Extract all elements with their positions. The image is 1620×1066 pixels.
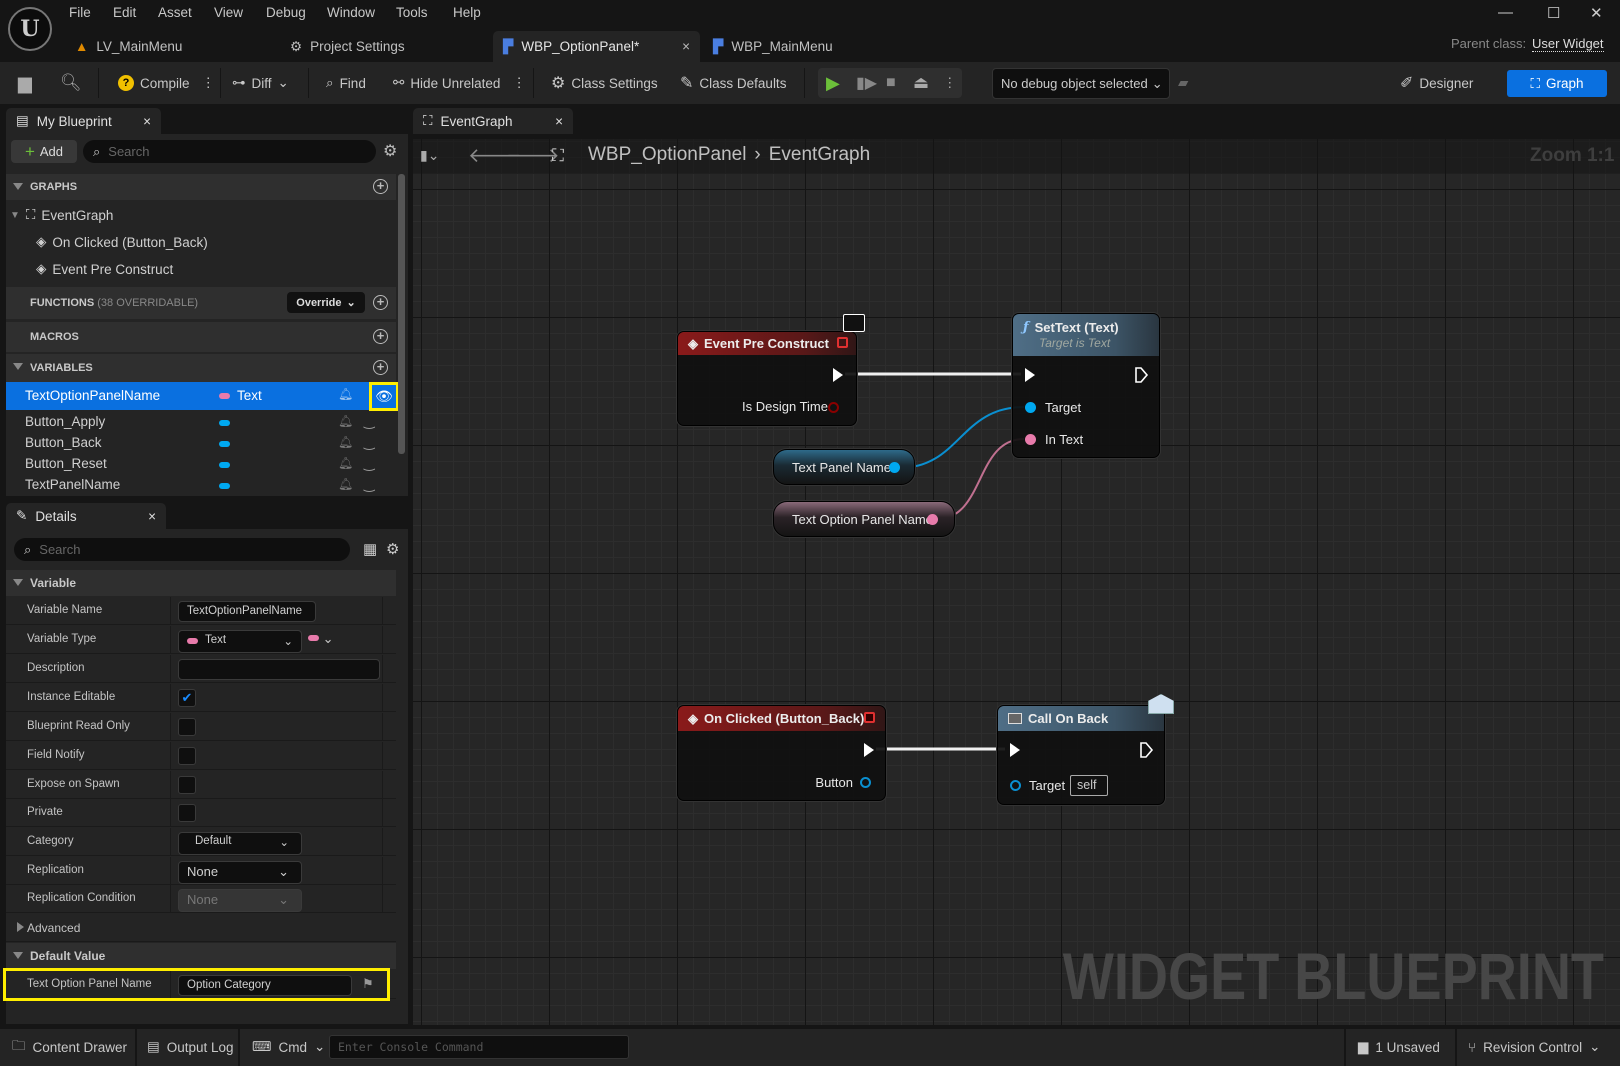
revision-control-button[interactable]: ⑂ Revision Control ⌄ — [1468, 1028, 1600, 1066]
divider — [238, 1028, 240, 1066]
function-icon: ƒ — [1023, 320, 1029, 335]
pin-label: Target — [1045, 400, 1082, 415]
event-icon: ◈ — [688, 335, 698, 351]
cmd-dropdown[interactable]: ⌨ Cmd ⌄ — [252, 1028, 325, 1066]
label: Revision Control — [1483, 1039, 1583, 1055]
target-wire — [898, 406, 1025, 469]
node-title: Event Pre Construct — [704, 336, 829, 351]
target-default-input[interactable]: self — [1070, 775, 1108, 796]
exec-out-pin[interactable] — [833, 368, 843, 382]
unsaved-icon: ▆ — [1358, 1039, 1369, 1054]
output-log-button[interactable]: ▤ Output Log — [147, 1028, 234, 1066]
editor-only-icon — [843, 314, 865, 332]
node-label: Text Option Panel Name — [792, 511, 933, 527]
label: 1 Unsaved — [1375, 1039, 1440, 1055]
divider — [135, 1028, 137, 1066]
divider — [1344, 1028, 1346, 1066]
branch-icon: ⑂ — [1468, 1039, 1477, 1055]
target-pin[interactable] — [1025, 402, 1036, 413]
label: Output Log — [166, 1039, 234, 1055]
node-title: On Clicked (Button_Back) — [704, 711, 865, 726]
node-title: SetText (Text) — [1034, 320, 1119, 335]
button-pin[interactable] — [860, 777, 871, 788]
node-header: Call On Back — [998, 706, 1164, 731]
node-event-pre-construct[interactable]: ◈ Event Pre Construct Is Design Time — [677, 331, 857, 426]
chevron-down-icon: ⌄ — [314, 1039, 326, 1054]
node-header: ƒ SetText (Text) Target is Text — [1013, 314, 1159, 356]
exec-in-pin[interactable] — [1010, 743, 1020, 757]
output-log-icon: ▤ — [147, 1039, 160, 1054]
node-title: Call On Back — [1028, 711, 1109, 726]
delegate-pin[interactable] — [864, 712, 875, 723]
content-drawer-button[interactable]: 🗀 Content Drawer — [12, 1028, 127, 1066]
divider — [1455, 1028, 1457, 1066]
label: Content Drawer — [32, 1039, 128, 1055]
unsaved-button[interactable]: ▆ 1 Unsaved — [1358, 1028, 1440, 1066]
bool-pin[interactable] — [828, 402, 839, 413]
label: Cmd — [278, 1039, 308, 1055]
node-subtitle: Target is Text — [1039, 336, 1111, 350]
chevron-down-icon: ⌄ — [1589, 1039, 1601, 1054]
node-call-on-back[interactable]: Call On Back Target self — [997, 705, 1165, 805]
node-label: Text Panel Name — [792, 459, 891, 475]
target-pin[interactable] — [1010, 780, 1021, 791]
node-settext[interactable]: ƒ SetText (Text) Target is Text Target In… — [1012, 313, 1160, 458]
node-header: ◈ On Clicked (Button_Back) — [678, 706, 885, 731]
output-pin[interactable] — [889, 462, 900, 473]
output-pin[interactable] — [927, 514, 938, 525]
delegate-pin[interactable] — [837, 337, 848, 348]
pin-label: Target — [1029, 778, 1066, 793]
exec-out-pin[interactable] — [1140, 742, 1154, 761]
terminal-icon: ⌨ — [252, 1039, 272, 1054]
in-text-pin[interactable] — [1025, 434, 1036, 445]
node-get-text-panel-name[interactable]: Text Panel Name — [773, 449, 915, 485]
event-dispatcher-icon — [1008, 713, 1022, 724]
node-on-clicked-button-back[interactable]: ◈ On Clicked (Button_Back) Button — [677, 705, 886, 801]
pin-label: Button — [815, 775, 853, 790]
content-drawer-icon: 🗀 — [12, 1037, 26, 1053]
exec-in-pin[interactable] — [1025, 368, 1035, 382]
console-input[interactable]: Enter Console Command — [329, 1035, 629, 1059]
exec-out-pin[interactable] — [1135, 367, 1149, 383]
node-get-text-option-panel-name[interactable]: Text Option Panel Name — [773, 501, 955, 537]
event-icon: ◈ — [688, 710, 698, 726]
node-header: ◈ Event Pre Construct — [678, 332, 856, 355]
pin-label: Is Design Time — [742, 399, 828, 414]
pin-label: In Text — [1045, 432, 1084, 447]
exec-out-pin[interactable] — [864, 743, 874, 757]
